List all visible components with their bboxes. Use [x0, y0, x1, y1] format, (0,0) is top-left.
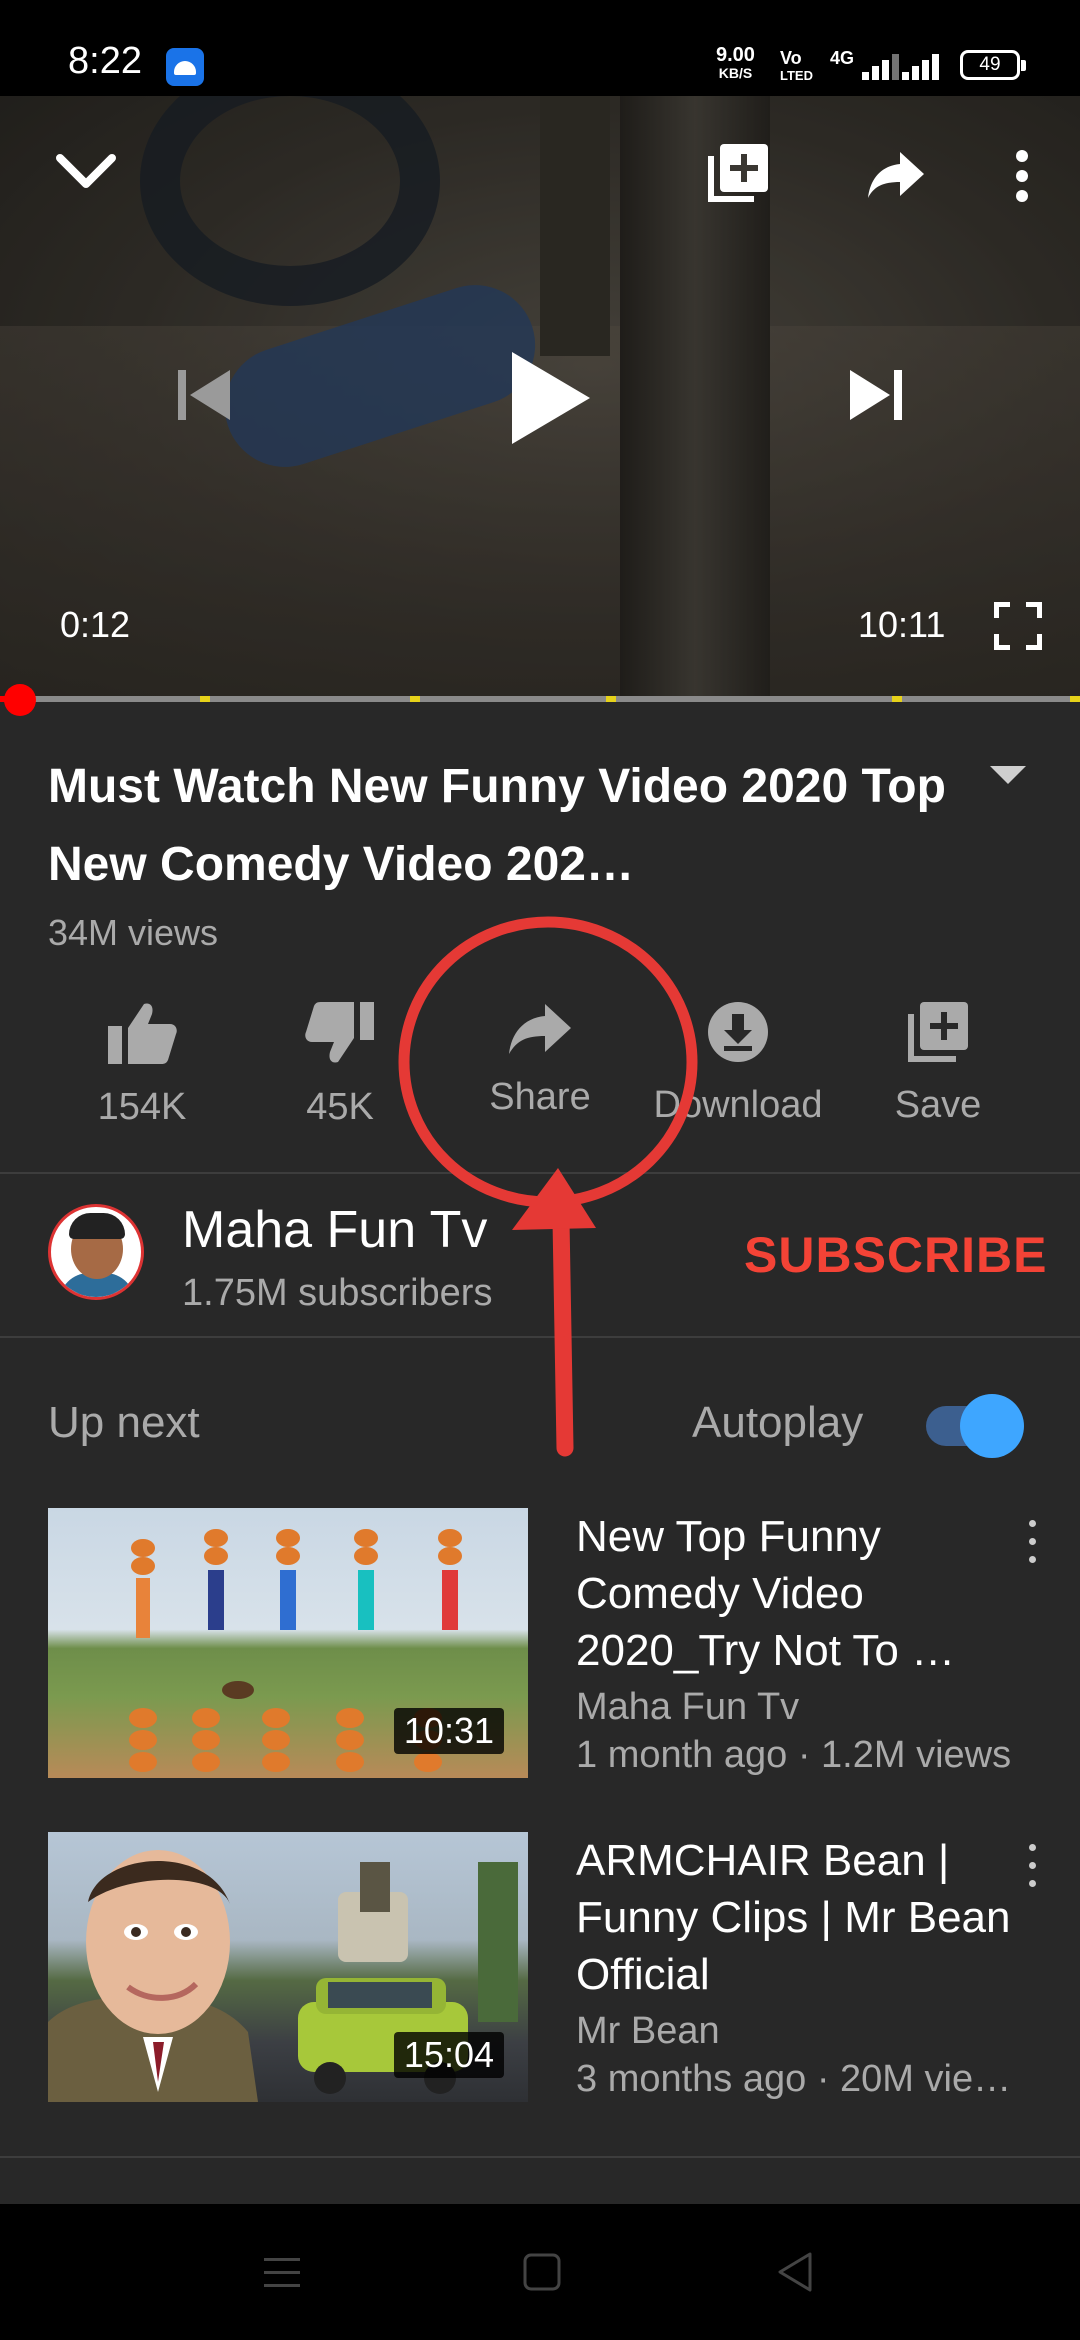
annotation-circle: [398, 916, 698, 1208]
home-icon[interactable]: [522, 2252, 562, 2292]
menu-icon[interactable]: [262, 2254, 302, 2290]
back-icon[interactable]: [776, 2250, 814, 2294]
annotation-arrow-shaft: [552, 1211, 574, 1457]
annotation-overlay: [398, 916, 698, 1457]
system-nav-bar: [0, 2204, 1080, 2340]
